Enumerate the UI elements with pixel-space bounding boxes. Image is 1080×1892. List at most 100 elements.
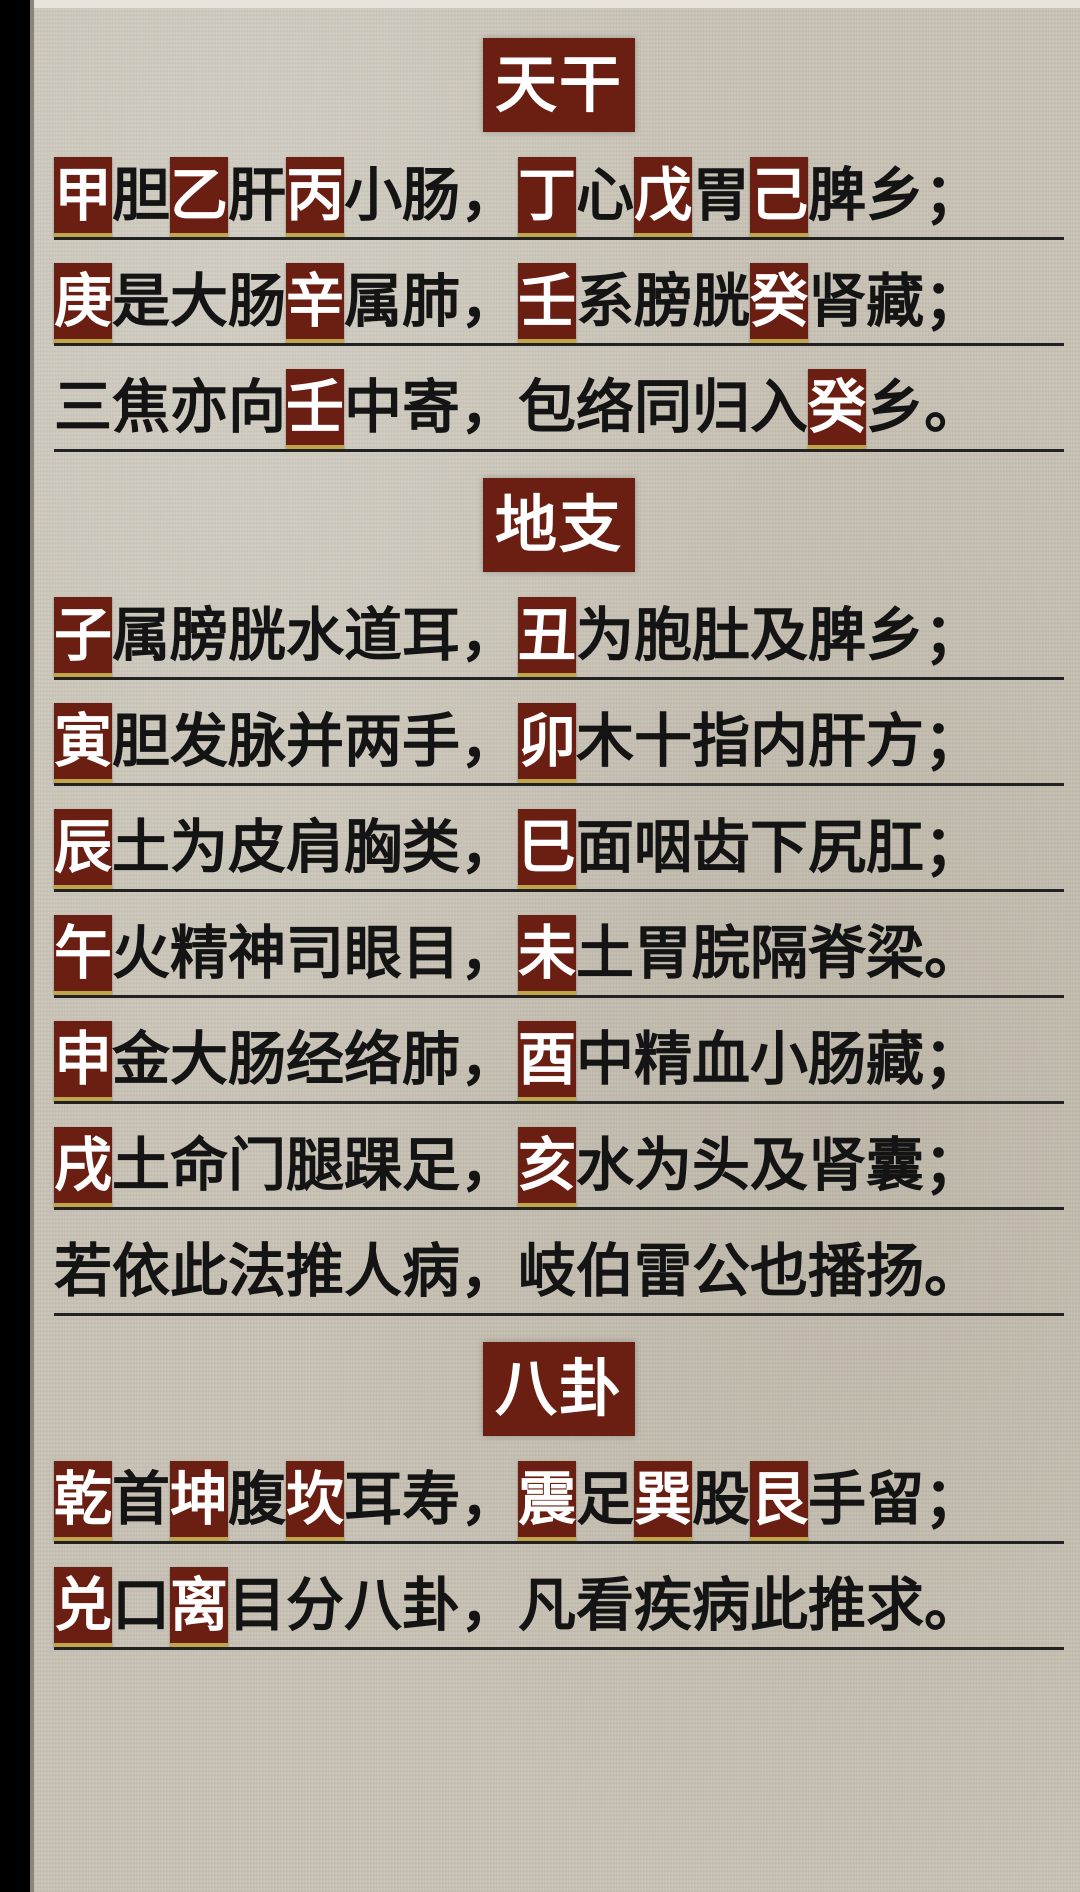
verse-text: 土为皮肩胸类，: [112, 813, 519, 881]
verse-line: 午火精神司眼目，未土胃脘隔脊梁。: [54, 902, 1064, 1008]
verse-text: 脾乡；: [808, 161, 983, 229]
highlighted-character: 卯: [518, 703, 577, 783]
highlighted-character: 亥: [518, 1127, 577, 1207]
verse-text: 耳寿，: [344, 1465, 519, 1533]
verse-text: 目分八卦，凡看疾病此推求。: [228, 1571, 983, 1639]
verse-text: 心: [576, 161, 635, 229]
highlighted-character: 丑: [518, 597, 577, 677]
line-underline: [54, 1101, 1064, 1104]
verse-line: 若依此法推人病，岐伯雷公也播扬。: [54, 1220, 1064, 1326]
verse-line: 辰土为皮肩胸类，巳面咽齿下尻肛；: [54, 796, 1064, 902]
line-underline: [54, 677, 1064, 680]
line-underline: [54, 1647, 1064, 1650]
verse-text: 足: [576, 1465, 635, 1533]
verse-text: 属肺，: [344, 267, 519, 335]
highlighted-character: 乙: [170, 157, 229, 237]
verse-line: 三焦亦向壬中寄，包络同归入癸乡。: [54, 356, 1064, 462]
section-dizhi: 地支 子属膀胱水道耳，丑为胞肚及脾乡； 寅胆发脉并两手，卯木十指内肝方； 辰土为皮肩胸…: [54, 478, 1064, 1342]
highlighted-character: 申: [54, 1021, 113, 1101]
section-title: 八卦: [482, 1342, 635, 1436]
highlighted-character: 兑: [54, 1567, 113, 1647]
verse-text: 水为头及肾囊；: [576, 1131, 983, 1199]
verse-text: 胃: [692, 161, 751, 229]
verse-text: 手留；: [808, 1465, 983, 1533]
verse-line: 乾首坤腹坎耳寿，震足巽股艮手留；: [54, 1448, 1064, 1554]
highlighted-character: 辰: [54, 809, 113, 889]
highlighted-character: 未: [518, 915, 577, 995]
line-underline: [54, 1541, 1064, 1544]
verse-text: 首: [112, 1465, 171, 1533]
verse-text: 中寄，包络同归入: [344, 373, 809, 441]
highlighted-character: 坎: [286, 1461, 345, 1541]
verse-text: 胆: [112, 161, 171, 229]
line-underline: [54, 343, 1064, 346]
line-underline: [54, 237, 1064, 240]
highlighted-character: 戌: [54, 1127, 113, 1207]
highlighted-character: 辛: [286, 263, 345, 343]
verse-text: 面咽齿下尻肛；: [576, 813, 983, 881]
line-underline: [54, 449, 1064, 452]
verse-line: 戌土命门腿踝足，亥水为头及肾囊；: [54, 1114, 1064, 1220]
verse-line: 甲胆乙肝丙小肠，丁心戊胃己脾乡；: [54, 144, 1064, 250]
verse-line: 子属膀胱水道耳，丑为胞肚及脾乡；: [54, 584, 1064, 690]
highlighted-character: 壬: [518, 263, 577, 343]
section-title: 地支: [482, 478, 635, 572]
line-underline: [54, 995, 1064, 998]
verse-text: 金大肠经络肺，: [112, 1025, 519, 1093]
verse-text: 胆发脉并两手，: [112, 707, 519, 775]
highlighted-character: 坤: [170, 1461, 229, 1541]
highlighted-character: 午: [54, 915, 113, 995]
highlighted-character: 丁: [518, 157, 577, 237]
highlighted-character: 寅: [54, 703, 113, 783]
highlighted-character: 癸: [808, 369, 867, 449]
highlighted-character: 丙: [286, 157, 345, 237]
verse-line: 庚是大肠辛属肺，壬系膀胱癸肾藏；: [54, 250, 1064, 356]
section-title-wrap: 八卦: [54, 1342, 1064, 1442]
highlighted-character: 巳: [518, 809, 577, 889]
verse-text: 股: [692, 1465, 751, 1533]
verse-line: 兑口离目分八卦，凡看疾病此推求。: [54, 1554, 1064, 1660]
highlighted-character: 癸: [750, 263, 809, 343]
verse-text: 土胃脘隔脊梁。: [576, 919, 983, 987]
verse-text: 属膀胱水道耳，: [112, 601, 519, 669]
verse-text: 肝: [228, 161, 287, 229]
highlighted-character: 壬: [286, 369, 345, 449]
line-underline: [54, 783, 1064, 786]
highlighted-character: 甲: [54, 157, 113, 237]
highlighted-character: 戊: [634, 157, 693, 237]
verse-text: 土命门腿踝足，: [112, 1131, 519, 1199]
verse-text: 火精神司眼目，: [112, 919, 519, 987]
section-tiangan: 天干 甲胆乙肝丙小肠，丁心戊胃己脾乡； 庚是大肠辛属肺，壬系膀胱癸肾藏； 三焦亦向壬中…: [54, 38, 1064, 478]
highlighted-character: 酉: [518, 1021, 577, 1101]
verse-text: 若依此法推人病，岐伯雷公也播扬。: [54, 1237, 983, 1305]
verse-text: 三焦亦向: [54, 373, 287, 441]
paper-page: 天干 甲胆乙肝丙小肠，丁心戊胃己脾乡； 庚是大肠辛属肺，壬系膀胱癸肾藏； 三焦亦向壬中…: [30, 0, 1080, 1892]
verse-text: 系膀胱: [576, 267, 751, 335]
verse-text: 为胞肚及脾乡；: [576, 601, 983, 669]
line-underline: [54, 1313, 1064, 1316]
verse-line: 申金大肠经络肺，酉中精血小肠藏；: [54, 1008, 1064, 1114]
verse-text: 口: [112, 1571, 171, 1639]
line-underline: [54, 1207, 1064, 1210]
verse-text: 乡。: [866, 373, 983, 441]
verse-text: 中精血小肠藏；: [576, 1025, 983, 1093]
highlighted-character: 巽: [634, 1461, 693, 1541]
highlighted-character: 子: [54, 597, 113, 677]
page-top-edge: [34, 0, 1080, 8]
highlighted-character: 乾: [54, 1461, 113, 1541]
verse-text: 小肠，: [344, 161, 519, 229]
verse-line: 寅胆发脉并两手，卯木十指内肝方；: [54, 690, 1064, 796]
section-title-wrap: 天干: [54, 38, 1064, 138]
highlighted-character: 艮: [750, 1461, 809, 1541]
highlighted-character: 震: [518, 1461, 577, 1541]
verse-text: 木十指内肝方；: [576, 707, 983, 775]
section-title-wrap: 地支: [54, 478, 1064, 578]
line-underline: [54, 889, 1064, 892]
section-bagua: 八卦乾首坤腹坎耳寿，震足巽股艮手留； 兑口离目分八卦，凡看疾病此推求。: [54, 1342, 1064, 1660]
highlighted-character: 庚: [54, 263, 113, 343]
section-title: 天干: [482, 38, 635, 132]
poem-content: 天干 甲胆乙肝丙小肠，丁心戊胃己脾乡； 庚是大肠辛属肺，壬系膀胱癸肾藏； 三焦亦向壬中…: [54, 38, 1064, 1660]
highlighted-character: 己: [750, 157, 809, 237]
